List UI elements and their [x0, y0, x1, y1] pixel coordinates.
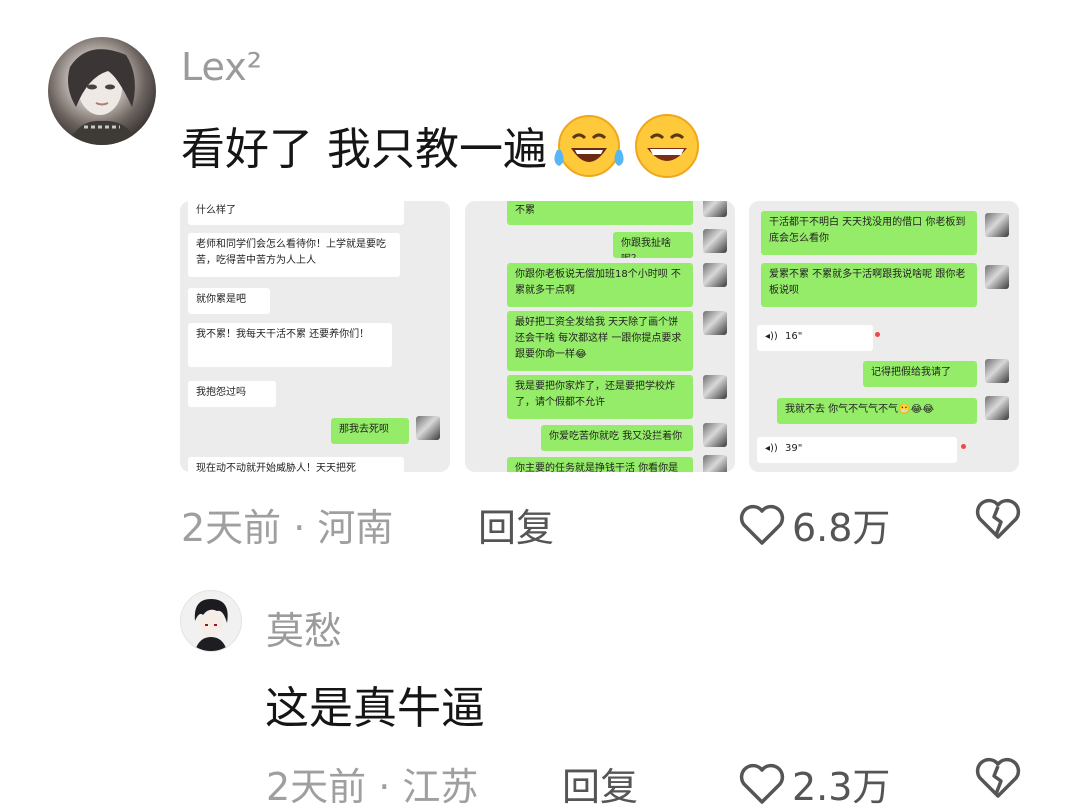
avatar-mini [703, 423, 727, 447]
unread-dot [875, 332, 880, 337]
avatar-mini [985, 265, 1009, 289]
chat-screenshot-2[interactable]: 不累 你跟我扯啥呢？ 你跟你老板说无偿加班18个小时呗 不累就多干点啊 最好把工… [465, 201, 735, 472]
comment-username[interactable]: Lex² [181, 45, 262, 89]
avatar-portrait-icon [194, 599, 228, 651]
chat-bubble: 我不累！我每天干活不累 还要养你们！ [188, 323, 392, 367]
broken-heart-icon [975, 757, 1021, 798]
avatar-mini [985, 359, 1009, 383]
avatar-mini [985, 213, 1009, 237]
laughing-tears-emoji-icon [554, 115, 624, 177]
chat-bubble-self: 最好把工资全发给我 天天除了画个饼还会干啥 每次都这样 一跟你提点要求跟要你命一… [507, 311, 693, 371]
voice-message[interactable]: ◂)) 39" [757, 437, 957, 463]
comment-text: 这是真牛逼 [265, 683, 485, 734]
comment-text: 看好了 我只教一遍 [181, 124, 547, 175]
chat-bubble: 就你累是吧 [188, 288, 270, 314]
chat-bubble: 什么样了 [188, 201, 404, 225]
chat-screenshot-3[interactable]: 干活都干不明白 天天找没用的借口 你老板到底会怎么看你 爱累不累 不累就多干活啊… [749, 201, 1019, 472]
chat-bubble: 我抱怨过吗 [188, 381, 276, 407]
comment-text-row: 看好了 我只教一遍 [181, 110, 703, 180]
chat-bubble-self: 你跟你老板说无偿加班18个小时呗 不累就多干点啊 [507, 263, 693, 307]
chat-bubble-self: 那我去死呗 [331, 418, 409, 444]
like-button[interactable]: 2.3万 [738, 756, 890, 811]
avatar-mochou[interactable] [180, 590, 242, 652]
chat-bubble-self: 我就不去 你气不气气不气😬😂😂 [777, 398, 977, 424]
chat-bubble-self: 不累 [507, 201, 693, 225]
comment-time-location: 2天前 · 河南 [181, 506, 394, 550]
chat-bubble-self: 你主要的任务就是挣钱干活 你看你是 [507, 457, 693, 472]
avatar-portrait-icon [68, 49, 138, 145]
chat-bubble-self: 干活都干不明白 天天找没用的借口 你老板到底会怎么看你 [761, 211, 977, 255]
heart-outline-icon [739, 504, 785, 545]
chat-bubble: 老师和同学们会怎么看待你！上学就是要吃苦，吃得苦中苦方为人上人 [188, 233, 400, 277]
like-count: 6.8万 [792, 506, 891, 550]
avatar-mini [703, 201, 727, 217]
dislike-button[interactable] [974, 756, 1022, 804]
chat-bubble: 现在动不动就开始威胁人！天天把死 [188, 457, 404, 472]
chat-bubble-self: 爱累不累 不累就多干活啊跟我说啥呢 跟你老板说呗 [761, 263, 977, 307]
avatar-mini [416, 416, 440, 440]
reply-button[interactable]: 回复 [562, 756, 638, 811]
voice-wave-icon: ◂)) [765, 331, 778, 342]
avatar-mini [703, 263, 727, 287]
like-count: 2.3万 [792, 765, 891, 809]
chat-bubble-self: 你爱吃苦你就吃 我又没拦着你 [541, 425, 693, 451]
reply-button[interactable]: 回复 [478, 497, 554, 552]
comment-username[interactable]: 莫愁 [266, 600, 342, 655]
chat-bubble-self: 记得把假给我请了 [863, 361, 977, 387]
chat-bubble-self: 我是要把你家炸了，还是要把学校炸了，请个假都不允许 [507, 375, 693, 419]
avatar-lex[interactable] [48, 37, 156, 145]
like-button[interactable]: 6.8万 [738, 497, 890, 552]
avatar-mini [985, 396, 1009, 420]
avatar-mini [703, 311, 727, 335]
unread-dot [961, 444, 966, 449]
chat-bubble-self: 你跟我扯啥呢？ [613, 232, 693, 258]
voice-duration: 39" [785, 443, 803, 454]
voice-duration: 16" [785, 331, 803, 342]
voice-wave-icon: ◂)) [765, 443, 778, 454]
broken-heart-icon [975, 498, 1021, 539]
avatar-mini [703, 229, 727, 253]
avatar-mini [703, 375, 727, 399]
grinning-emoji-icon [635, 114, 699, 178]
dislike-button[interactable] [974, 497, 1022, 545]
chat-screenshot-1[interactable]: 什么样了 老师和同学们会怎么看待你！上学就是要吃苦，吃得苦中苦方为人上人 就你累… [180, 201, 450, 472]
avatar-mini [703, 455, 727, 472]
comment-time-location: 2天前 · 江苏 [266, 765, 479, 809]
voice-message[interactable]: ◂)) 16" [757, 325, 873, 351]
